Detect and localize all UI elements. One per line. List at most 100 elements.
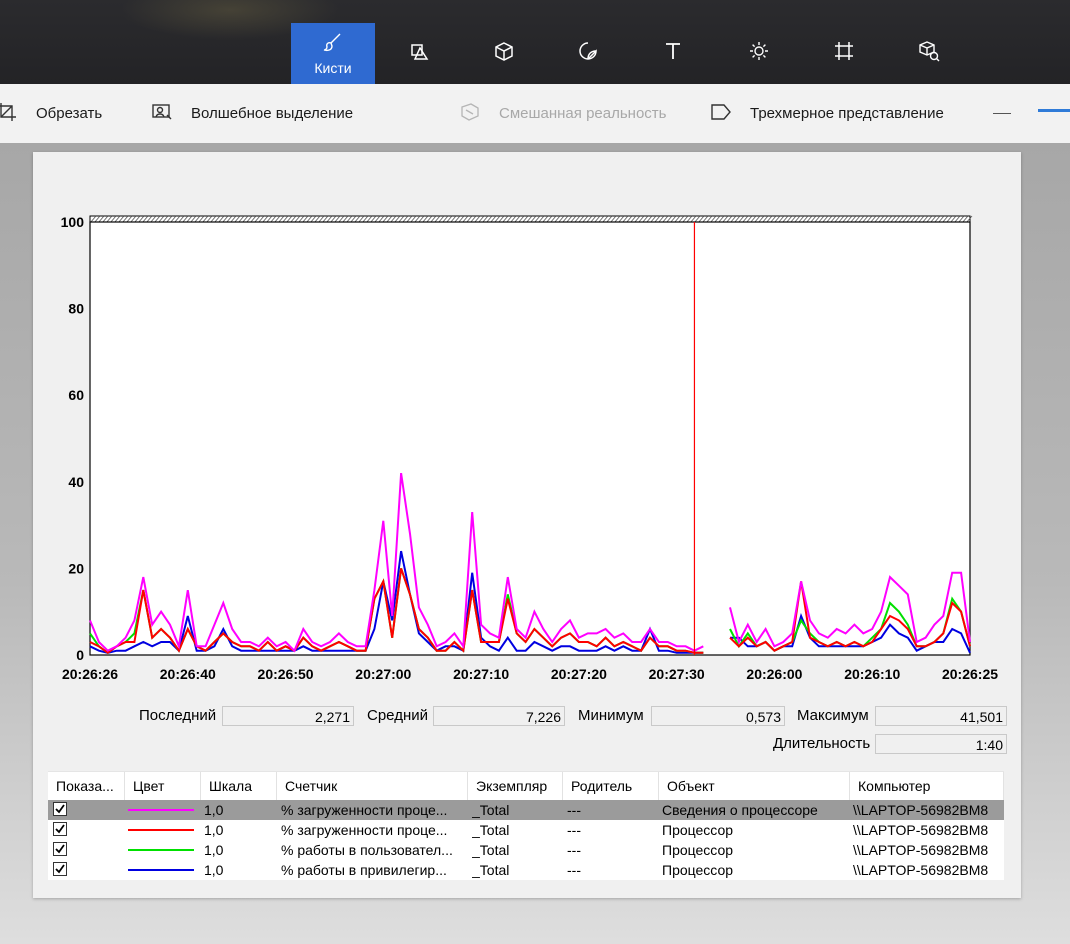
x-tick-label: 20:26:00 bbox=[746, 666, 802, 682]
checkmark-icon bbox=[55, 804, 65, 814]
column-header-scale[interactable]: Шкала bbox=[201, 772, 277, 800]
computer-cell: \\LAPTOP-56982BM8 bbox=[853, 802, 989, 818]
minimum-label: Минимум bbox=[578, 707, 644, 724]
object-cell: Процессор bbox=[662, 842, 734, 858]
counter-cell: % загруженности проце... bbox=[281, 802, 448, 818]
x-tick-label: 20:27:10 bbox=[453, 666, 509, 682]
color-swatch bbox=[128, 869, 194, 871]
3d-view-button[interactable]: Трехмерное представление bbox=[710, 84, 944, 143]
sun-icon bbox=[748, 40, 770, 67]
computer-cell: \\LAPTOP-56982BM8 bbox=[853, 822, 989, 838]
effects-tool-button[interactable] bbox=[717, 23, 801, 84]
3d-shapes-tool-button[interactable] bbox=[462, 23, 546, 84]
counters-table: Показа... Цвет Шкала Счетчик Экземпляр Р… bbox=[48, 771, 1004, 880]
column-header-counter[interactable]: Счетчик bbox=[277, 772, 468, 800]
x-axis: 20:26:26 20:26:40 20:26:50 20:27:00 20:27:10… bbox=[62, 666, 998, 682]
y-tick-label: 80 bbox=[68, 301, 84, 317]
scale-cell: 1,0 bbox=[204, 802, 224, 818]
maximum-label: Максимум bbox=[797, 707, 869, 724]
x-tick-label: 20:26:26 bbox=[62, 666, 118, 682]
y-tick-label: 0 bbox=[76, 647, 84, 663]
show-checkbox[interactable] bbox=[53, 842, 67, 856]
show-checkbox[interactable] bbox=[53, 802, 67, 816]
column-header-show[interactable]: Показа... bbox=[48, 772, 125, 800]
y-tick-label: 100 bbox=[61, 214, 85, 230]
x-tick-label: 20:27:20 bbox=[551, 666, 607, 682]
y-tick-label: 40 bbox=[68, 474, 84, 490]
x-tick-label: 20:26:10 bbox=[844, 666, 900, 682]
color-swatch bbox=[128, 809, 194, 811]
table-row[interactable]: 1,0 % работы в привилегир... _Total --- Проц… bbox=[48, 860, 1004, 880]
zoom-out-icon[interactable] bbox=[993, 113, 1011, 114]
mixed-reality-icon bbox=[459, 101, 499, 127]
counter-cell: % работы в привилегир... bbox=[281, 862, 447, 878]
table-row[interactable]: 1,0 % загруженности проце... _Total --- Проц… bbox=[48, 820, 1004, 840]
scale-cell: 1,0 bbox=[204, 862, 224, 878]
counter-cell: % загруженности проце... bbox=[281, 822, 448, 838]
color-swatch bbox=[128, 849, 194, 851]
table-row[interactable]: 1,0 % работы в пользовател... _Total --- Про… bbox=[48, 840, 1004, 860]
scale-cell: 1,0 bbox=[204, 842, 224, 858]
average-value: 7,226 bbox=[433, 706, 565, 726]
x-tick-label: 20:26:50 bbox=[258, 666, 314, 682]
mixed-reality-label: Смешанная реальность bbox=[499, 105, 667, 122]
parent-cell: --- bbox=[567, 842, 581, 858]
3d-library-tool-button[interactable] bbox=[887, 23, 971, 84]
parent-cell: --- bbox=[567, 822, 581, 838]
instance-cell: _Total bbox=[472, 822, 510, 838]
column-header-parent[interactable]: Родитель bbox=[563, 772, 659, 800]
minimum-value: 0,573 bbox=[651, 706, 785, 726]
instance-cell: _Total bbox=[472, 862, 510, 878]
3d-view-icon bbox=[710, 101, 750, 127]
canvas-tool-button[interactable] bbox=[802, 23, 886, 84]
y-axis: 100 80 60 40 20 0 bbox=[61, 214, 85, 663]
y-tick-label: 60 bbox=[68, 387, 84, 403]
instance-cell: _Total bbox=[472, 802, 510, 818]
color-swatch bbox=[128, 829, 194, 831]
brushes-tool-button[interactable]: Кисти bbox=[291, 23, 375, 84]
brush-icon bbox=[322, 31, 344, 58]
zoom-slider[interactable] bbox=[1038, 109, 1070, 112]
canvas-crop-icon bbox=[833, 40, 855, 67]
computer-cell: \\LAPTOP-56982BM8 bbox=[853, 842, 989, 858]
magic-select-label: Волшебное выделение bbox=[191, 105, 354, 122]
crop-icon bbox=[0, 101, 36, 127]
column-header-object[interactable]: Объект bbox=[659, 772, 850, 800]
maximum-value: 41,501 bbox=[875, 706, 1007, 726]
show-checkbox[interactable] bbox=[53, 822, 67, 836]
column-header-computer[interactable]: Компьютер bbox=[850, 772, 1004, 800]
crop-label: Обрезать bbox=[36, 105, 103, 122]
column-header-color[interactable]: Цвет bbox=[125, 772, 201, 800]
table-row[interactable]: 1,0 % загруженности проце... _Total --- Свед… bbox=[48, 800, 1004, 820]
shapes-2d-icon bbox=[409, 40, 431, 67]
cube-icon bbox=[493, 40, 515, 67]
magic-select-button[interactable]: Волшебное выделение bbox=[151, 84, 353, 143]
object-cell: Процессор bbox=[662, 862, 734, 878]
column-header-instance[interactable]: Экземпляр bbox=[468, 772, 563, 800]
brushes-tool-label: Кисти bbox=[314, 60, 352, 76]
2d-shapes-tool-button[interactable] bbox=[378, 23, 462, 84]
plot-area bbox=[89, 221, 971, 656]
3d-view-label: Трехмерное представление bbox=[750, 105, 944, 122]
checkmark-icon bbox=[55, 844, 65, 854]
stickers-tool-button[interactable] bbox=[546, 23, 630, 84]
secondary-toolbar: Обрезать Волшебное выделение Смешанная р… bbox=[0, 84, 1070, 144]
last-label: Последний bbox=[139, 707, 217, 724]
show-checkbox[interactable] bbox=[53, 862, 67, 876]
performance-chart: 100806040200 20:26:26 20:26:40 20:26:50 20:… bbox=[61, 214, 999, 682]
x-tick-label: 20:26:40 bbox=[160, 666, 216, 682]
computer-cell: \\LAPTOP-56982BM8 bbox=[853, 862, 989, 878]
x-tick-label: 20:27:30 bbox=[649, 666, 705, 682]
x-tick-label: 20:27:00 bbox=[355, 666, 411, 682]
sticker-icon bbox=[577, 40, 599, 67]
x-tick-label: 20:26:25 bbox=[942, 666, 998, 682]
checkmark-icon bbox=[55, 864, 65, 874]
crop-button[interactable]: Обрезать bbox=[0, 84, 102, 143]
counter-cell: % работы в пользовател... bbox=[281, 842, 453, 858]
scale-cell: 1,0 bbox=[204, 822, 224, 838]
object-cell: Процессор bbox=[662, 822, 734, 838]
parent-cell: --- bbox=[567, 802, 581, 818]
text-tool-button[interactable] bbox=[631, 23, 715, 84]
mixed-reality-button[interactable]: Смешанная реальность bbox=[459, 84, 666, 143]
text-icon bbox=[662, 40, 684, 67]
